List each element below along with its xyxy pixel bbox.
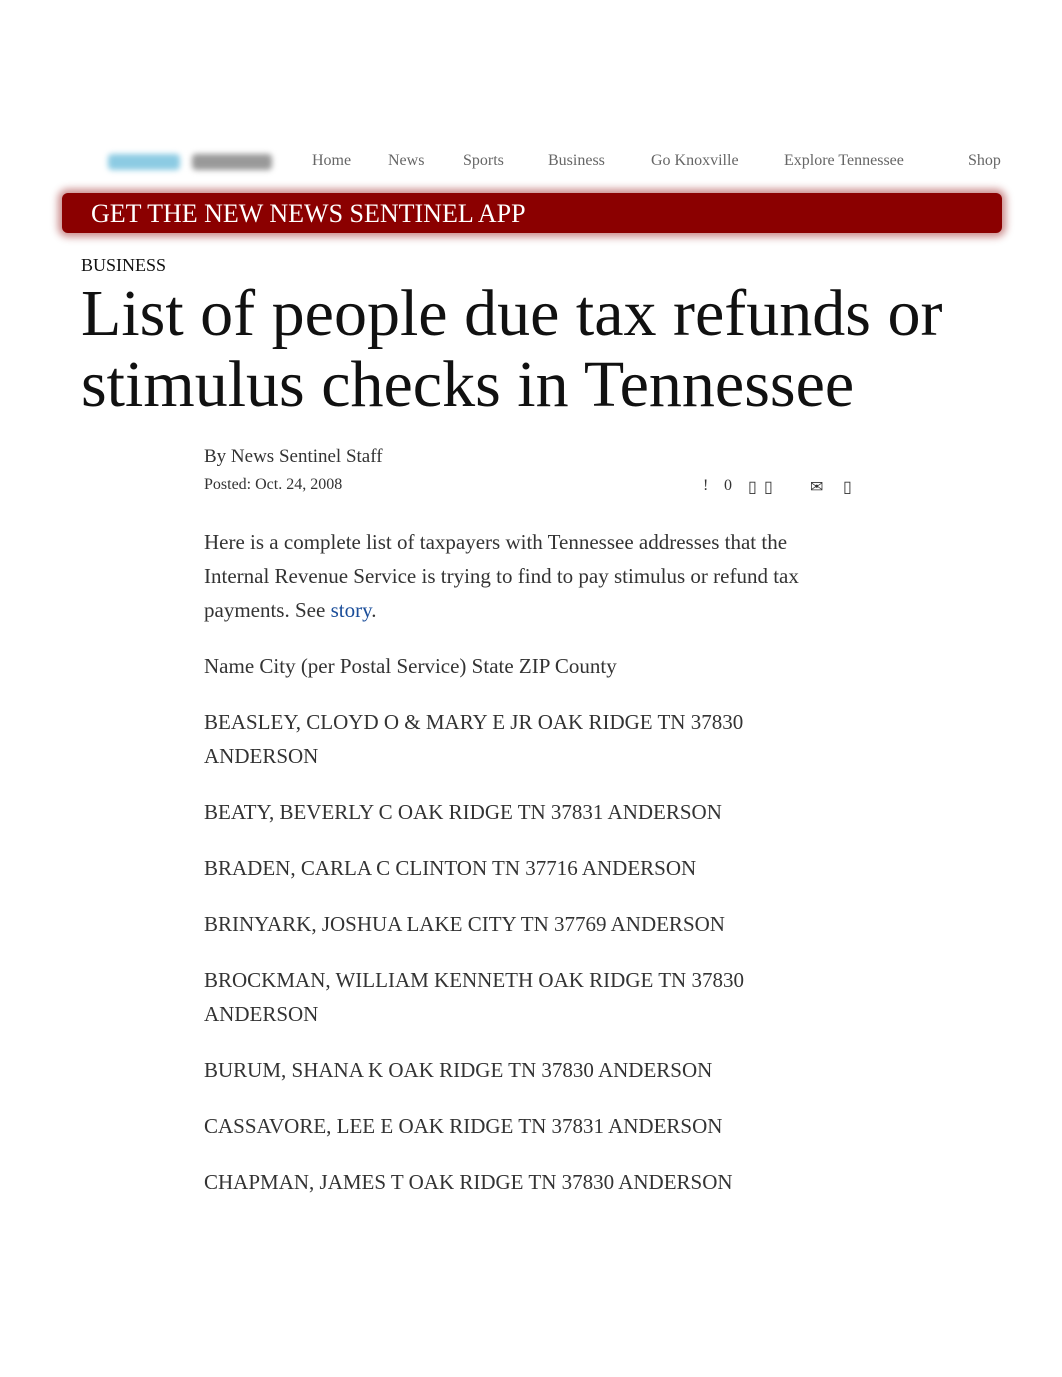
list-item: BRADEN, CARLA C CLINTON TN 37716 ANDERSO… xyxy=(204,856,697,880)
list-item: CHAPMAN, JAMES T OAK RIDGE TN 37830 ANDE… xyxy=(204,1170,733,1194)
article-body: Here is a complete list of taxpayers wit… xyxy=(204,525,844,1221)
posted-label: Posted: xyxy=(204,476,252,493)
list-item: BEATY, BEVERLY C OAK RIDGE TN 37831 ANDE… xyxy=(204,800,722,824)
list-item: BROCKMAN, WILLIAM KENNETH OAK RIDGE TN 3… xyxy=(204,968,744,1026)
nav-home[interactable]: Home xyxy=(312,152,351,170)
list-item: BURUM, SHANA K OAK RIDGE TN 37830 ANDERS… xyxy=(204,1058,713,1082)
intro-text: Here is a complete list of taxpayers wit… xyxy=(204,530,799,622)
list-item: BEASLEY, CLOYD O & MARY E JR OAK RIDGE T… xyxy=(204,710,744,768)
posted-date: Posted: Oct. 24, 2008 xyxy=(204,476,342,494)
nav-go-knoxville[interactable]: Go Knoxville xyxy=(651,152,739,170)
intro-end: . xyxy=(371,598,377,622)
section-label[interactable]: BUSINESS xyxy=(81,255,166,276)
nav-sports[interactable]: Sports xyxy=(463,152,504,170)
nav-news[interactable]: News xyxy=(388,152,424,170)
story-link[interactable]: story xyxy=(331,598,372,622)
byline: By News Sentinel Staff xyxy=(204,446,383,467)
list-header: Name City (per Postal Service) State ZIP… xyxy=(204,654,617,678)
date-value: Oct. 24, 2008 xyxy=(255,476,343,493)
list-item: CASSAVORE, LEE E OAK RIDGE TN 37831 ANDE… xyxy=(204,1114,723,1138)
page-title: List of people due tax refunds or stimul… xyxy=(81,277,943,421)
facebook-icon[interactable]: ▯ xyxy=(748,477,757,497)
site-logo[interactable] xyxy=(102,150,282,176)
more-share-icon[interactable]: ▯ xyxy=(843,477,852,497)
nav-explore-tennessee[interactable]: Explore Tennessee xyxy=(784,152,904,170)
nav-shop[interactable]: Shop xyxy=(968,152,1001,170)
banner-text: GET THE NEW NEWS SENTINEL APP xyxy=(91,199,526,228)
twitter-icon[interactable]: ▯ xyxy=(764,477,773,497)
email-icon[interactable]: ✉ xyxy=(810,477,823,497)
app-promo-banner[interactable]: GET THE NEW NEWS SENTINEL APP xyxy=(62,193,1002,233)
intro-paragraph: Here is a complete list of taxpayers wit… xyxy=(204,525,844,627)
nav-business[interactable]: Business xyxy=(548,152,605,170)
comments-icon[interactable]: ! xyxy=(703,477,708,495)
comment-count[interactable]: 0 xyxy=(724,477,732,495)
list-item: BRINYARK, JOSHUA LAKE CITY TN 37769 ANDE… xyxy=(204,912,725,936)
